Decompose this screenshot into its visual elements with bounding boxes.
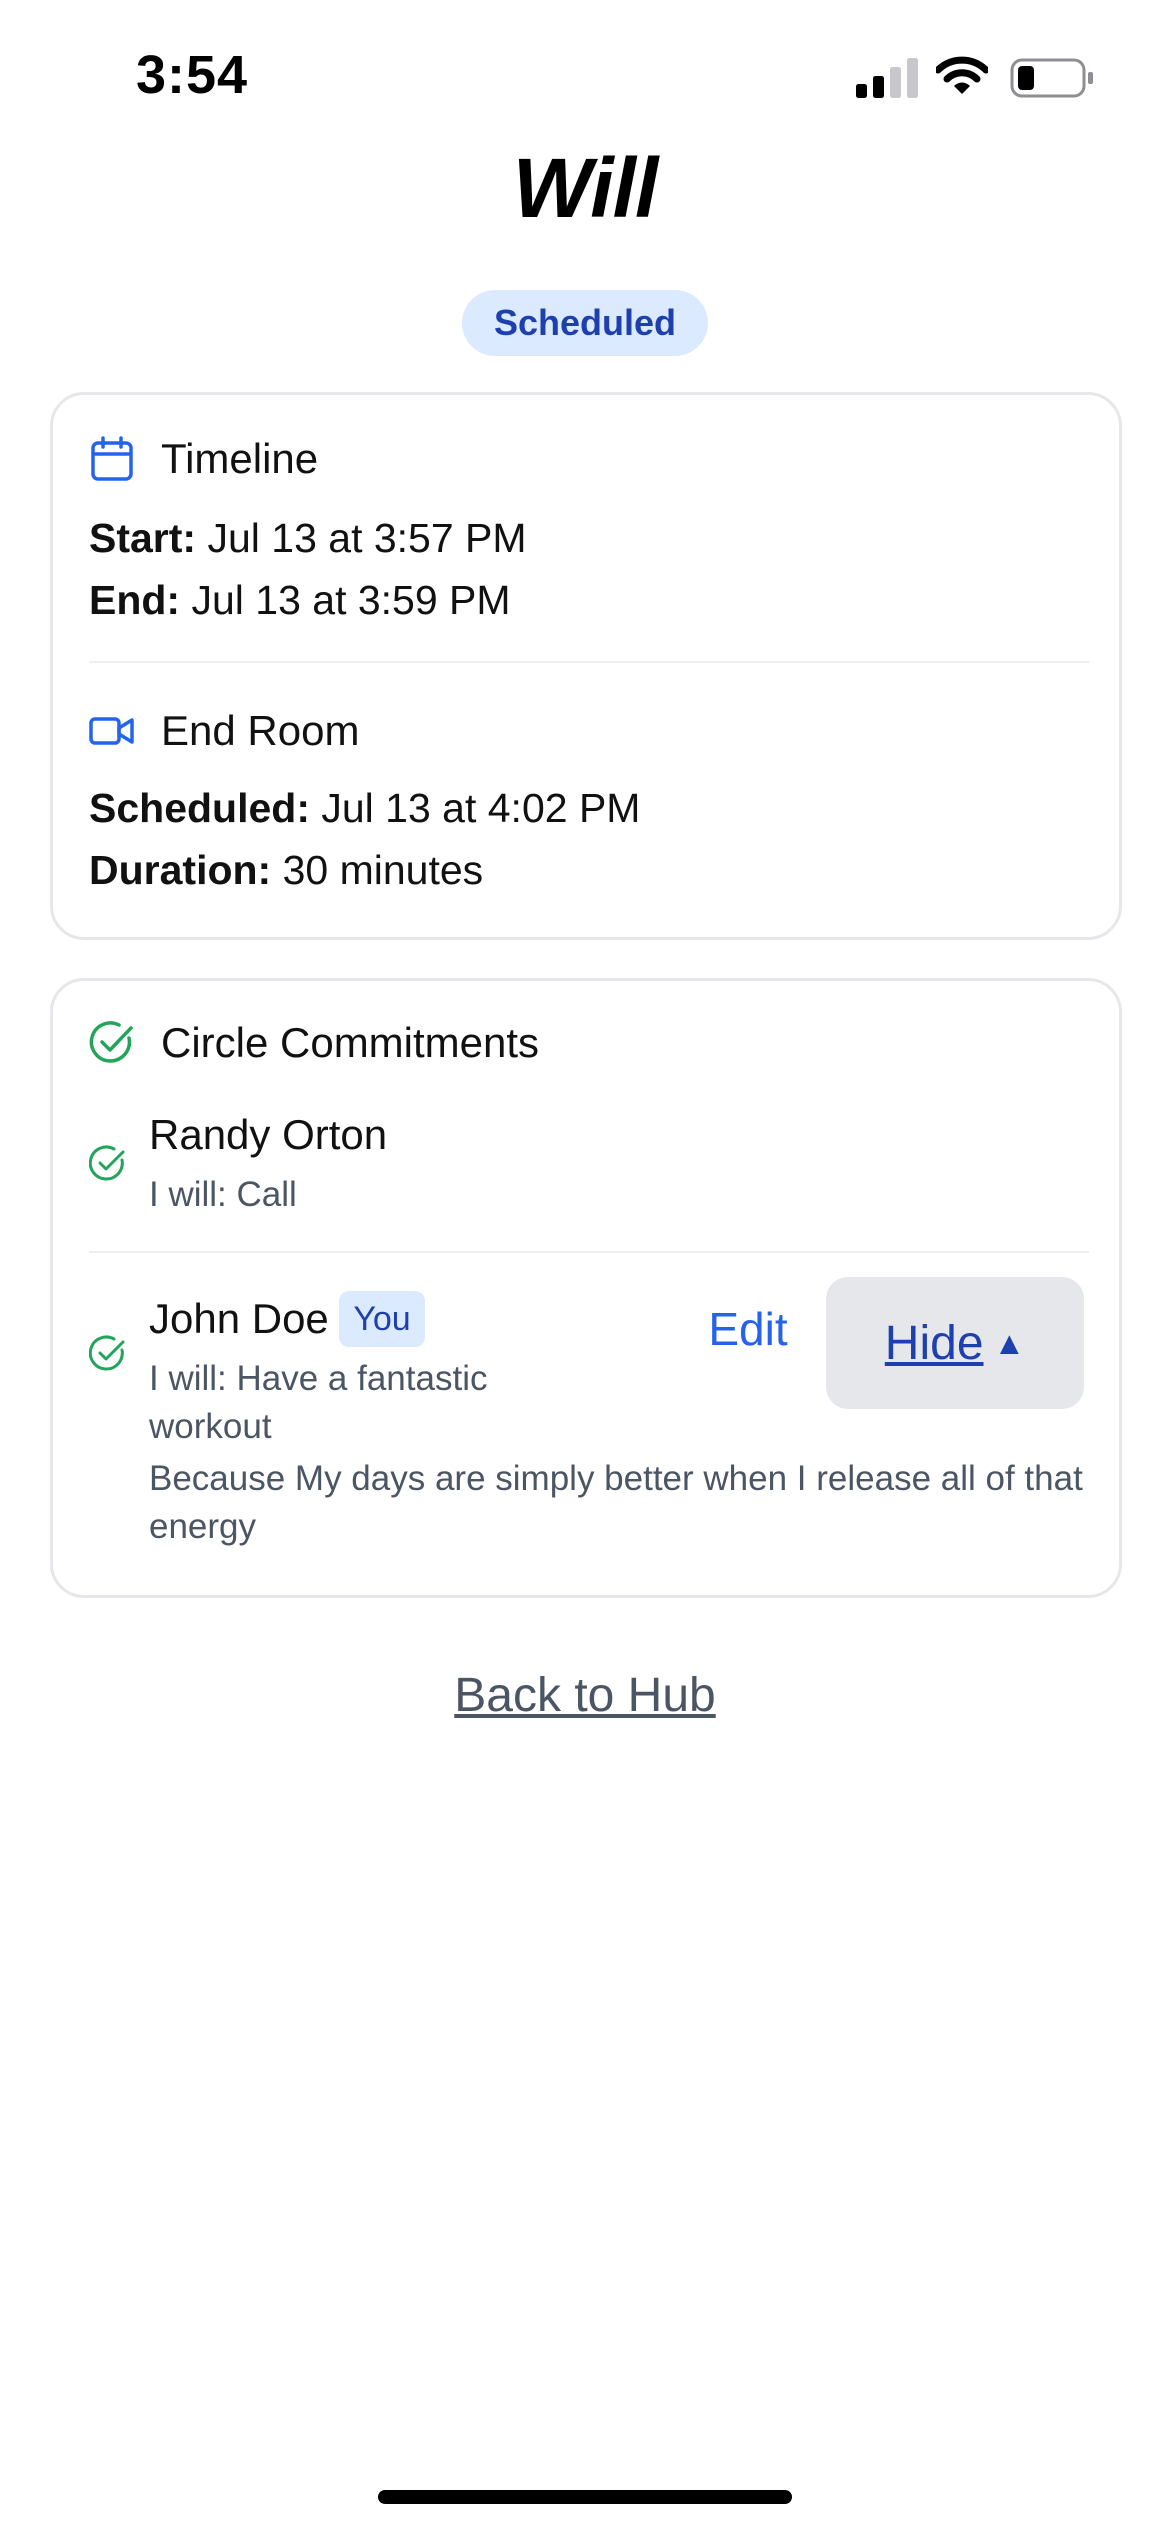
battery-icon: [1010, 58, 1093, 98]
divider: [89, 661, 1089, 663]
timeline-card: Timeline Start: Jul 13 at 3:57 PM End: J…: [50, 392, 1122, 940]
calendar-icon: [89, 436, 135, 482]
status-badge: Scheduled: [462, 290, 708, 356]
end-room-header: End Room: [89, 707, 359, 755]
commitments-card: Circle Commitments Randy Orton I will: C…: [50, 978, 1122, 1598]
scheduled-time: Scheduled: Jul 13 at 4:02 PM: [89, 785, 640, 832]
edit-button[interactable]: Edit: [673, 1289, 823, 1369]
duration: Duration: 30 minutes: [89, 847, 483, 894]
status-bar: 3:54: [0, 0, 1170, 150]
member-name: John Doe: [149, 1295, 329, 1342]
check-circle-icon: [89, 1335, 125, 1371]
start-time: Start: Jul 13 at 3:57 PM: [89, 515, 527, 562]
start-label: Start:: [89, 515, 197, 561]
start-value: Jul 13 at 3:57 PM: [196, 515, 527, 561]
hide-button-label: Hide: [884, 1316, 984, 1370]
page-title: Will: [512, 141, 659, 235]
end-value: Jul 13 at 3:59 PM: [180, 577, 511, 623]
triangle-up-icon: ▲: [993, 1324, 1026, 1361]
scheduled-value: Jul 13 at 4:02 PM: [309, 785, 641, 831]
duration-value: 30 minutes: [271, 847, 484, 893]
wifi-icon: [936, 56, 988, 94]
timeline-header: Timeline: [89, 435, 318, 483]
commitments-header: Circle Commitments: [89, 1019, 539, 1067]
end-room-heading: End Room: [161, 707, 360, 754]
video-camera-icon: [89, 708, 135, 754]
member-will: I will: Call: [149, 1175, 297, 1214]
home-indicator: [378, 2490, 792, 2504]
member-will: I will: Have a fantastic workout: [149, 1359, 488, 1446]
commitments-heading: Circle Commitments: [161, 1019, 540, 1066]
end-label: End:: [89, 577, 181, 623]
status-time: 3:54: [136, 45, 249, 105]
end-time: End: Jul 13 at 3:59 PM: [89, 577, 511, 624]
cellular-signal-icon: [856, 58, 918, 98]
scheduled-label: Scheduled:: [89, 785, 310, 831]
back-to-hub-link[interactable]: Back to Hub: [0, 1668, 1170, 1723]
check-circle-icon: [89, 1020, 135, 1066]
member-name: Randy Orton: [149, 1111, 388, 1158]
divider: [89, 1251, 1089, 1253]
you-badge: You: [339, 1291, 425, 1347]
member-because: Because My days are simply better when I…: [149, 1459, 1083, 1546]
check-circle-icon: [89, 1145, 125, 1181]
hide-button[interactable]: Hide ▲: [826, 1277, 1084, 1409]
duration-label: Duration:: [89, 847, 272, 893]
timeline-heading: Timeline: [161, 435, 319, 482]
